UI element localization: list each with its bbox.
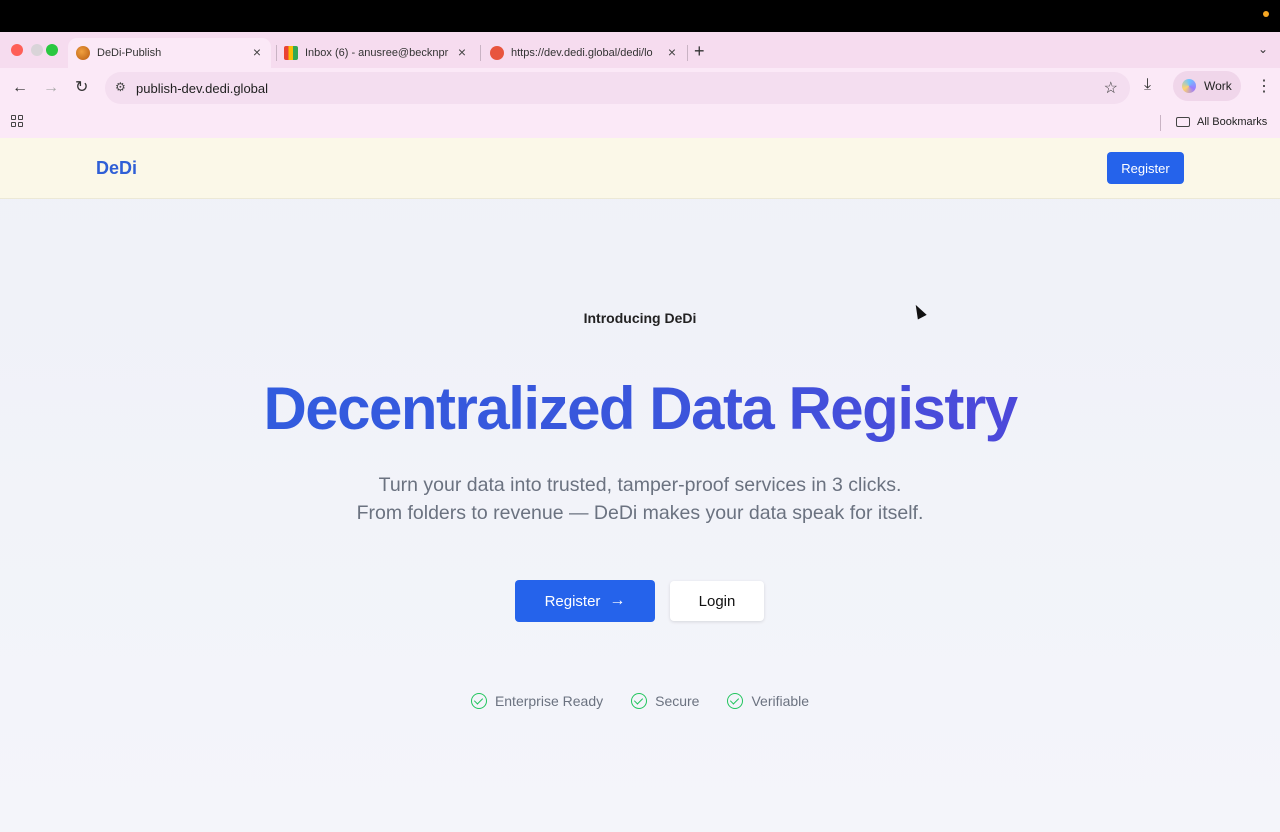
tab-separator <box>480 45 481 61</box>
reload-icon[interactable]: ↻ <box>75 78 88 98</box>
register-button[interactable]: Register → <box>515 580 655 622</box>
forward-icon[interactable]: → <box>43 78 59 98</box>
hero-headline: Decentralized Data Registry <box>0 374 1280 443</box>
subtitle-line: Turn your data into trusted, tamper-proo… <box>378 474 902 496</box>
menu-bar <box>0 0 1280 32</box>
download-icon[interactable]: ⤓ <box>1144 76 1151 94</box>
more-menu-icon[interactable]: ⋮ <box>1256 76 1272 96</box>
all-bookmarks-button[interactable]: All Bookmarks <box>1176 116 1267 128</box>
nav-register-button[interactable]: Register <box>1107 152 1184 184</box>
feature-item: Enterprise Ready <box>470 693 604 709</box>
subtitle-line: From folders to revenue — DeDi makes you… <box>356 502 924 524</box>
register-label: Register <box>544 592 601 610</box>
tab-label: Inbox (6) - anusree@becknpr <box>305 47 449 59</box>
gmail-icon <box>284 46 298 60</box>
close-icon[interactable]: × <box>668 45 676 59</box>
site-settings-icon[interactable]: ⚙ <box>115 80 126 94</box>
recording-indicator <box>1263 11 1269 17</box>
site-icon <box>490 46 504 60</box>
feature-item: Verifiable <box>727 693 809 709</box>
back-icon[interactable]: ← <box>12 78 28 98</box>
tab-strip: DeDi-Publish × Inbox (6) - anusree@beckn… <box>0 32 1280 68</box>
check-circle-icon <box>631 693 648 709</box>
profile-button[interactable]: Work <box>1173 71 1241 101</box>
profile-label: Work <box>1204 79 1232 93</box>
feature-label: Secure <box>655 693 700 709</box>
new-tab-icon[interactable]: + <box>694 41 705 62</box>
browser-toolbar: ← → ↻ ⚙ publish-dev.dedi.global ☆ ⤓ Work… <box>0 68 1280 108</box>
bookmarks-bar: All Bookmarks <box>0 108 1280 138</box>
site-navbar: DeDi Register <box>0 138 1280 199</box>
site-logo[interactable]: DeDi <box>96 158 137 179</box>
feature-label: Enterprise Ready <box>494 693 604 709</box>
folder-icon <box>1176 117 1190 127</box>
close-icon[interactable]: × <box>458 45 466 59</box>
login-button[interactable]: Login <box>670 581 764 621</box>
page-content: DeDi Register Introducing DeDi Decentral… <box>0 138 1280 832</box>
all-bookmarks-label: All Bookmarks <box>1197 116 1268 128</box>
minimize-window-button[interactable] <box>31 44 43 56</box>
star-icon[interactable]: ☆ <box>1104 78 1118 98</box>
feature-label: Verifiable <box>751 693 810 709</box>
tab-dedi-publish[interactable]: DeDi-Publish × <box>68 38 271 68</box>
check-circle-icon <box>470 693 487 709</box>
bookmark-separator <box>1160 115 1161 131</box>
close-icon[interactable]: × <box>253 45 261 59</box>
maximize-window-button[interactable] <box>46 44 58 56</box>
intro-label: Introducing DeDi <box>583 310 697 326</box>
close-window-button[interactable] <box>11 44 23 56</box>
check-circle-icon <box>727 693 744 709</box>
tab-label: https://dev.dedi.global/dedi/lo <box>511 47 653 59</box>
address-bar[interactable]: ⚙ publish-dev.dedi.global ☆ <box>105 72 1130 104</box>
basketball-icon <box>76 46 90 60</box>
tab-dedi-login[interactable]: https://dev.dedi.global/dedi/lo × <box>484 38 684 68</box>
hero-subtitle: Turn your data into trusted, tamper-proo… <box>0 471 1280 527</box>
apps-grid-icon[interactable] <box>11 115 24 128</box>
chevron-down-icon[interactable]: ⌄ <box>1258 42 1268 56</box>
tab-inbox[interactable]: Inbox (6) - anusree@becknpr × <box>278 38 474 68</box>
browser-chrome: DeDi-Publish × Inbox (6) - anusree@beckn… <box>0 32 1280 138</box>
feature-list: Enterprise Ready Secure Verifiable <box>0 693 1280 709</box>
url-text[interactable]: publish-dev.dedi.global <box>136 81 268 96</box>
arrow-right-icon: → <box>609 592 626 609</box>
tab-separator <box>687 45 688 61</box>
feature-item: Secure <box>631 693 699 709</box>
tab-separator <box>276 45 277 61</box>
avatar <box>1182 79 1196 93</box>
tab-label: DeDi-Publish <box>97 47 162 59</box>
